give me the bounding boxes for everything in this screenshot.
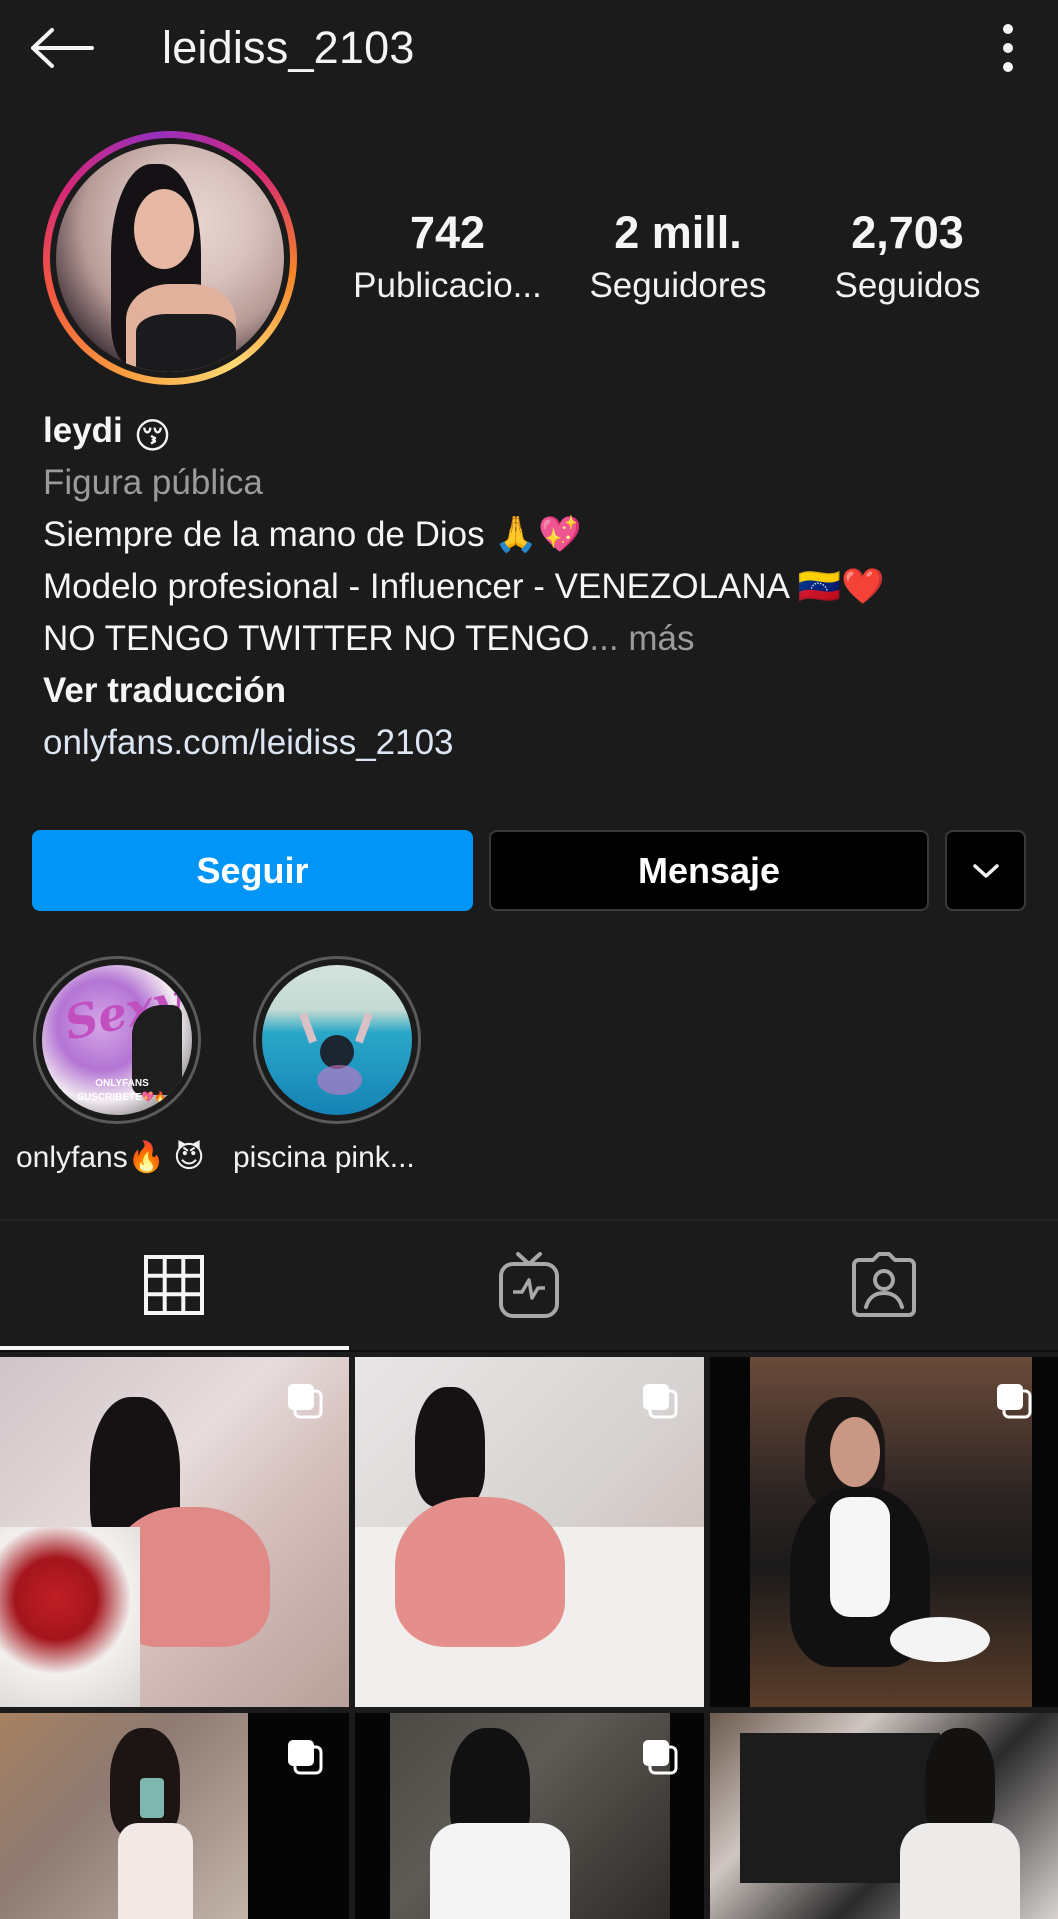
post-thumbnail[interactable] bbox=[0, 1357, 349, 1707]
see-more-link[interactable]: ... más bbox=[589, 619, 694, 658]
post-thumbnail[interactable] bbox=[355, 1357, 704, 1707]
highlight-cover-image: Sexy ONLYFANS SUSCRIBETE💖🔥 bbox=[42, 965, 192, 1115]
posts-value: 742 bbox=[409, 207, 486, 258]
post-thumbnail[interactable] bbox=[355, 1713, 704, 1919]
post-thumbnail[interactable] bbox=[710, 1713, 1058, 1919]
post-thumbnail[interactable] bbox=[710, 1357, 1058, 1707]
carousel-icon bbox=[643, 1384, 678, 1419]
carousel-icon bbox=[643, 1740, 678, 1775]
followers-value: 2 mill. bbox=[614, 207, 742, 258]
bio-line-2: Modelo profesional - Influencer - VENEZO… bbox=[43, 567, 885, 606]
carousel-icon bbox=[288, 1384, 323, 1419]
display-name: leydi bbox=[43, 411, 123, 450]
see-translation-link[interactable]: Ver traducción bbox=[43, 665, 1033, 717]
more-options-button[interactable] bbox=[985, 18, 1031, 78]
bio-line-1: Siempre de la mano de Dios 🙏💖 bbox=[43, 515, 582, 554]
grid-icon bbox=[144, 1255, 204, 1315]
profile-username: leidiss_2103 bbox=[162, 22, 415, 73]
bio-line-3: NO TENGO TWITTER NO TENGO... más bbox=[43, 619, 695, 658]
highlight-onlyfans[interactable]: Sexy ONLYFANS SUSCRIBETE💖🔥 bbox=[31, 956, 203, 1124]
posts-count[interactable]: 742 Publicacio... bbox=[345, 205, 550, 311]
flag-heart-emoji-icon: 🇻🇪❤️ bbox=[797, 567, 885, 606]
back-button[interactable] bbox=[28, 18, 98, 78]
bio-name-line: leydi 😚 bbox=[43, 405, 1033, 457]
tab-tagged[interactable] bbox=[849, 1250, 919, 1320]
avatar bbox=[56, 144, 284, 372]
tab-posts[interactable] bbox=[139, 1250, 209, 1320]
message-button[interactable]: Mensaje bbox=[489, 830, 929, 911]
profile-category: Figura pública bbox=[43, 463, 263, 502]
profile-bio: leydi 😚 Figura pública Siempre de la man… bbox=[43, 405, 1033, 769]
highlight-cover-image bbox=[262, 965, 412, 1115]
follow-button[interactable]: Seguir bbox=[32, 830, 473, 911]
followers-count[interactable]: 2 mill. Seguidores bbox=[578, 205, 778, 311]
tab-igtv[interactable] bbox=[494, 1250, 564, 1320]
following-label: Seguidos bbox=[834, 266, 981, 305]
bio-website-link[interactable]: onlyfans.com/leidiss_2103 bbox=[43, 717, 1033, 769]
chevron-down-icon bbox=[972, 863, 999, 878]
suggested-accounts-button[interactable] bbox=[945, 830, 1026, 911]
story-ring[interactable] bbox=[43, 131, 297, 385]
more-vertical-icon bbox=[1003, 24, 1013, 34]
tagged-user-icon bbox=[852, 1252, 916, 1317]
pray-heart-emoji-icon: 🙏💖 bbox=[494, 515, 582, 554]
kissing-emoji-icon: 😚 bbox=[133, 415, 172, 456]
highlight-label: onlyfans🔥 😈 bbox=[16, 1141, 205, 1174]
top-bar: leidiss_2103 bbox=[0, 0, 1058, 95]
highlight-label: piscina pink... bbox=[233, 1141, 415, 1174]
carousel-icon bbox=[997, 1384, 1032, 1419]
following-count[interactable]: 2,703 Seguidos bbox=[820, 205, 995, 311]
highlight-piscina[interactable] bbox=[251, 956, 423, 1124]
carousel-icon bbox=[288, 1740, 323, 1775]
followers-label: Seguidores bbox=[589, 266, 767, 305]
following-value: 2,703 bbox=[851, 207, 964, 258]
posts-label: Publicacio... bbox=[353, 266, 542, 305]
arrow-left-icon bbox=[31, 28, 94, 68]
post-thumbnail[interactable] bbox=[0, 1713, 349, 1919]
tv-icon bbox=[499, 1252, 559, 1318]
